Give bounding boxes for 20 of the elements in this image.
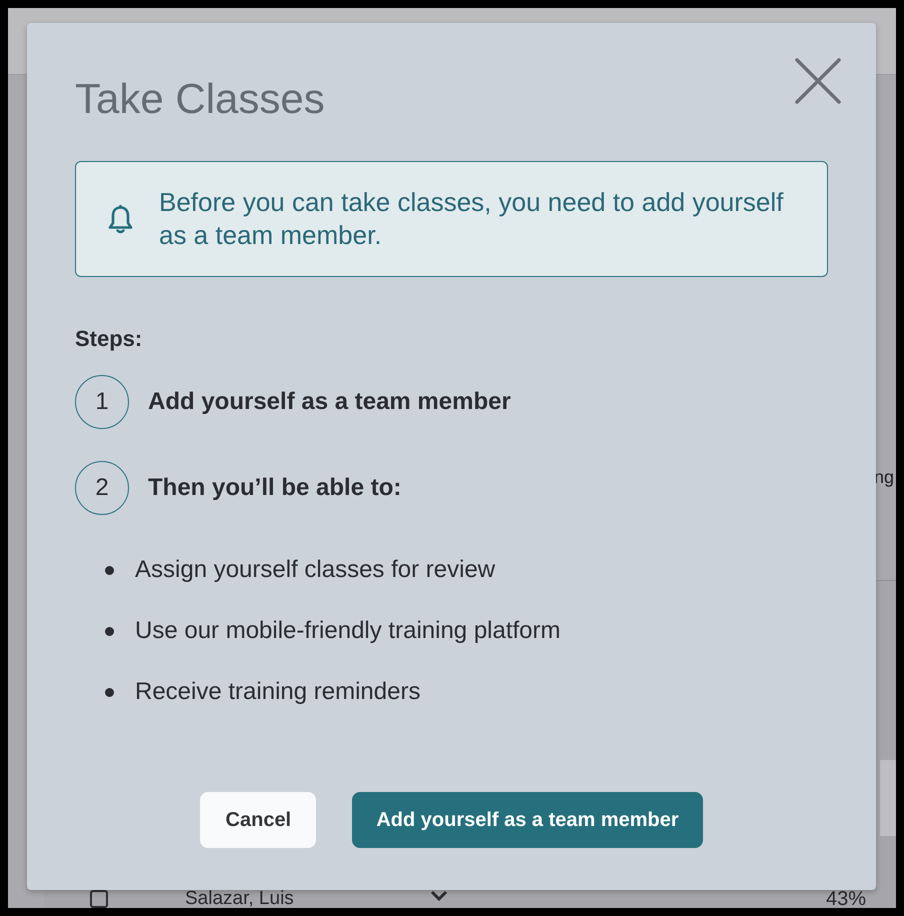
- step-label: Then you’ll be able to:: [148, 473, 402, 503]
- benefit-text: Receive training reminders: [135, 677, 420, 707]
- bell-icon: [108, 204, 133, 234]
- benefit-text: Use our mobile-friendly training platform: [135, 616, 561, 646]
- alert-message: Before you can take classes, you need to add yourself as a team member.: [159, 186, 784, 252]
- close-icon[interactable]: [794, 57, 842, 105]
- bullet-icon: [105, 688, 114, 696]
- dialog-title: Take Classes: [75, 75, 325, 123]
- steps-heading: Steps:: [75, 325, 142, 353]
- progress-percent: 43%: [826, 890, 866, 908]
- chevron-down-icon[interactable]: [430, 890, 448, 901]
- member-name: Salazar, Luis: [185, 890, 294, 908]
- step-number: 1: [75, 375, 129, 429]
- add-member-button[interactable]: Add yourself as a team member: [352, 792, 703, 848]
- cancel-button[interactable]: Cancel: [200, 792, 316, 848]
- step-number: 2: [75, 461, 129, 515]
- bullet-icon: [105, 566, 114, 574]
- step-label: Add yourself as a team member: [148, 387, 511, 417]
- bullet-icon: [105, 626, 114, 636]
- benefit-text: Assign yourself classes for review: [135, 555, 496, 585]
